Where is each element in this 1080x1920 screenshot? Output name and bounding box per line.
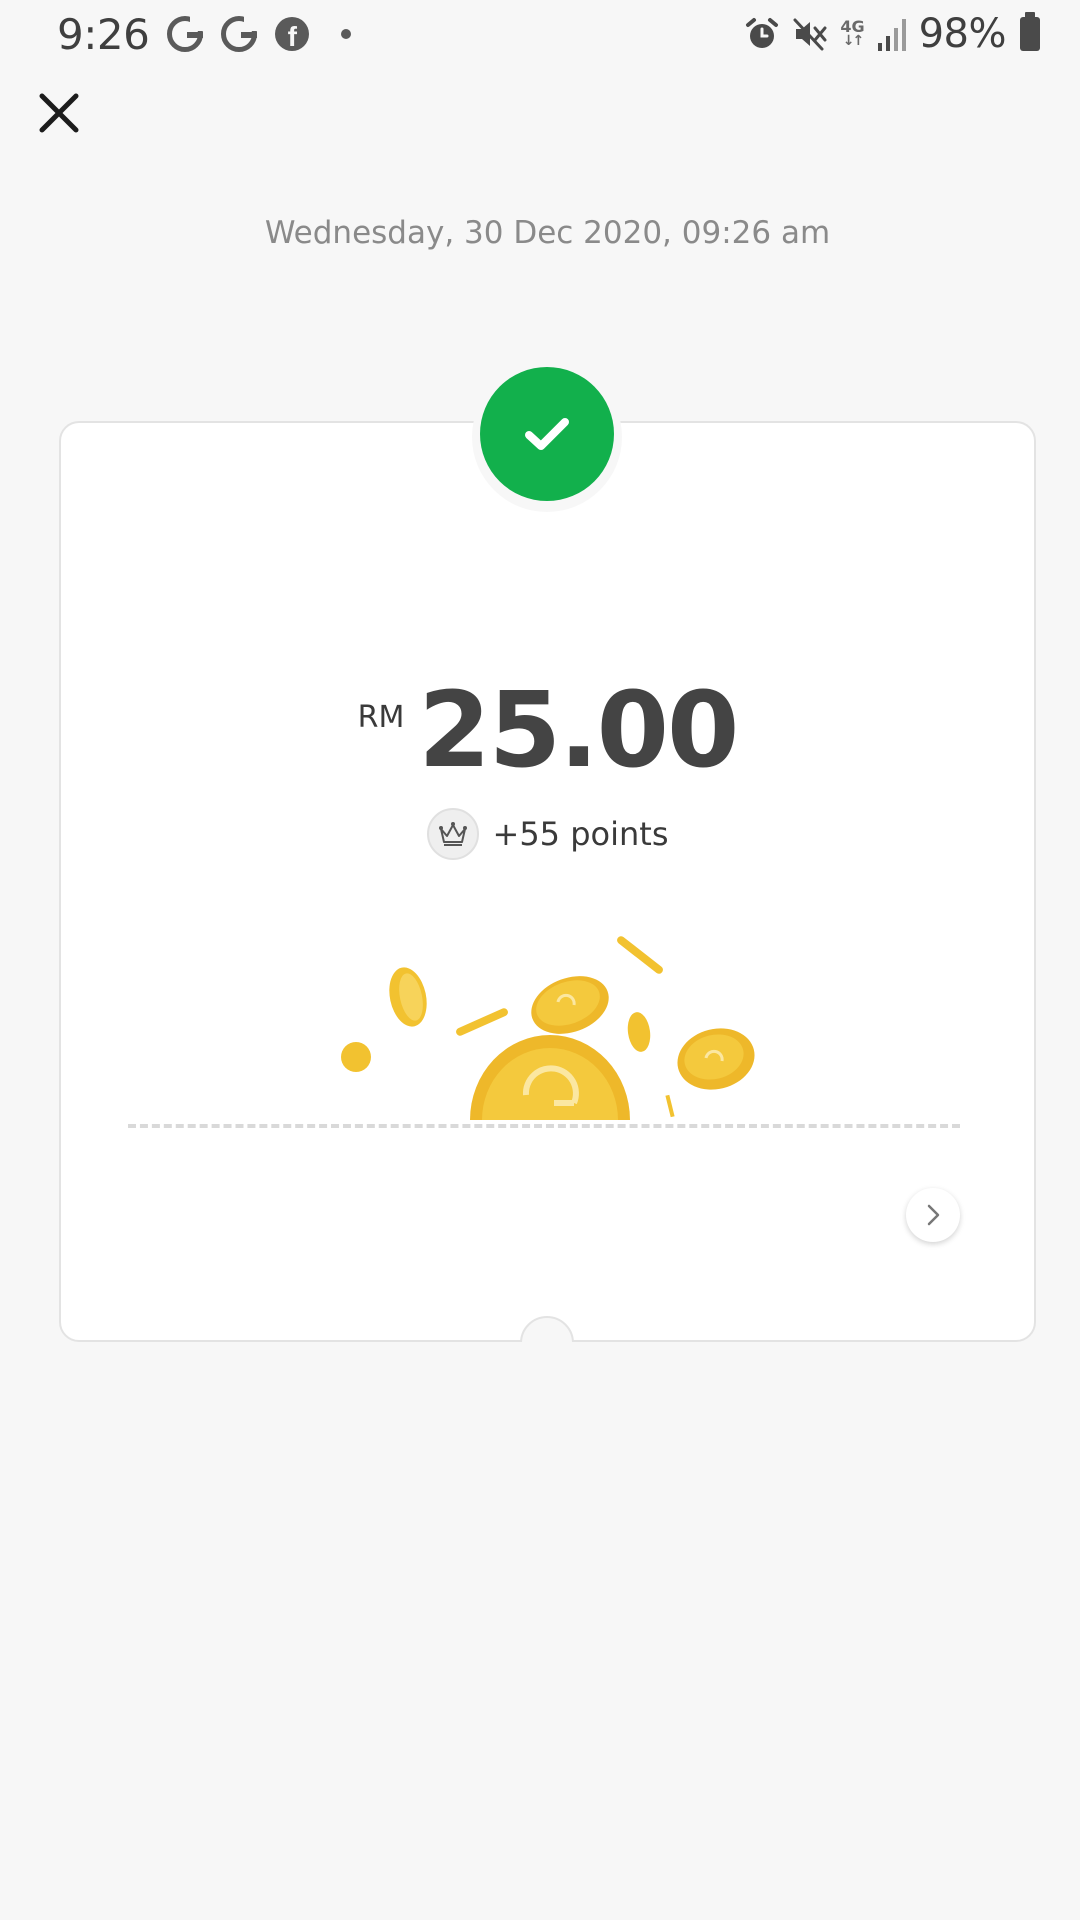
checkmark-icon: [525, 418, 569, 450]
dot-icon: [341, 29, 352, 39]
alarm-icon: [746, 18, 779, 48]
receipt-card: [59, 421, 1036, 1342]
status-time: 9:26: [57, 9, 150, 59]
network-label: 4G: [840, 17, 865, 36]
transaction-datetime: Wednesday, 30 Dec 2020, 09:26 am: [264, 215, 831, 251]
details-next-button[interactable]: [906, 1188, 960, 1242]
battery-percent: 98%: [918, 11, 1007, 57]
amount-value: 25.00: [418, 669, 739, 791]
close-icon: [39, 93, 79, 133]
dashed-divider: [128, 1124, 960, 1128]
battery-icon: [1020, 12, 1040, 51]
gold-coins-illustration: [341, 936, 755, 1120]
close-button[interactable]: [34, 88, 84, 138]
success-badge: [480, 367, 614, 501]
currency-label: RM: [357, 700, 405, 735]
crown-badge: [426, 808, 479, 860]
status-left: 9:26 f: [57, 6, 352, 62]
status-bar: 9:26 f 4G ↓↑ 98%: [0, 0, 1080, 70]
status-right: 4G ↓↑ 98%: [744, 6, 1040, 62]
grab-g-icon: [167, 15, 205, 52]
crown-icon: [438, 822, 467, 846]
points-row: +55 points: [0, 808, 1080, 860]
signal-icon: [877, 19, 906, 51]
points-earned: +55 points: [492, 815, 669, 853]
chevron-right-icon: [927, 1204, 940, 1226]
amount-row: RM 25.00: [0, 669, 1080, 791]
facebook-icon: f: [275, 17, 310, 51]
mute-icon: [793, 18, 827, 51]
grab-g-icon: [221, 15, 259, 52]
network-4g-icon: 4G ↓↑: [840, 17, 865, 49]
